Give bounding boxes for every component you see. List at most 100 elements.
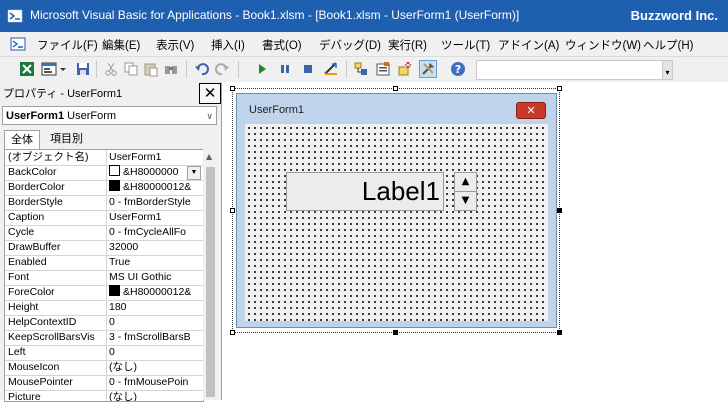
scrollbar-thumb[interactable] [206,167,215,397]
dropdown-arrow-icon[interactable] [58,60,68,78]
menu-help[interactable]: ヘルプ(H) [643,37,693,53]
menu-file[interactable]: ファイル(F) [37,37,98,53]
menu-view[interactable]: 表示(V) [156,37,194,53]
properties-window: プロパティ - UserForm1 ✕ UserForm1 UserForm ∨… [0,82,222,402]
undo-icon[interactable] [193,60,211,78]
copy-icon[interactable] [122,60,140,78]
menu-bar: ファイル(F) 編集(E) 表示(V) 挿入(I) 書式(O) デバッグ(D) … [0,32,728,57]
property-value[interactable]: (なし) [109,390,201,402]
object-name: UserForm1 [6,110,65,122]
spin-down-icon[interactable]: ▼ [455,192,476,210]
resize-handle[interactable] [557,330,562,335]
property-name: KeepScrollBarsVis [8,331,95,343]
property-value[interactable]: 3 - fmScrollBarsB [109,330,201,345]
property-row[interactable]: ForeColor &H80000012& [5,285,203,301]
dropdown-arrow-icon[interactable]: ▼ [187,166,201,180]
property-row[interactable]: KeepScrollBarsVis 3 - fmScrollBarsB [5,330,203,346]
property-row[interactable]: BackColor &H8000000 ▼ [5,165,203,181]
paste-icon[interactable] [142,60,160,78]
userform[interactable]: UserForm1 ✕ Label1 ▲ ▼ [236,93,557,328]
property-value[interactable]: 0 - fmCycleAllFo [109,225,201,240]
object-browser-icon[interactable] [396,60,414,78]
view-excel-icon[interactable] [18,60,36,78]
scroll-up-icon[interactable]: ▲ [206,152,212,161]
property-value[interactable]: 0 - fmBorderStyle [109,195,201,210]
properties-scrollbar[interactable]: ▲ [203,149,218,400]
properties-close-button[interactable]: ✕ [199,83,221,104]
menu-debug[interactable]: デバッグ(D) [319,37,381,53]
reset-icon[interactable] [299,60,317,78]
property-row[interactable]: Picture (なし) [5,390,203,402]
property-row[interactable]: MousePointer 0 - fmMousePoin [5,375,203,391]
form-client-area[interactable]: Label1 ▲ ▼ [245,124,548,321]
property-value[interactable]: 0 [109,315,201,330]
property-value[interactable]: 180 [109,300,201,315]
column-divider [106,315,107,330]
tab-alphabetic[interactable]: 全体 [4,130,40,150]
property-value[interactable]: 0 - fmMousePoin [109,375,201,390]
menu-edit[interactable]: 編集(E) [102,37,140,53]
property-value-text: (なし) [109,391,137,402]
spin-up-icon[interactable]: ▲ [455,173,476,192]
property-value[interactable]: MS UI Gothic [109,270,201,285]
tab-categorized[interactable]: 項目別 [44,130,89,148]
property-value-text: &H80000012& [123,181,192,193]
property-row[interactable]: BorderStyle 0 - fmBorderStyle [5,195,203,211]
property-value-text: 180 [109,301,127,313]
property-value[interactable]: UserForm1 [109,210,201,225]
object-select[interactable]: UserForm1 UserForm ∨ [2,106,217,125]
resize-handle[interactable] [557,208,562,213]
project-explorer-icon[interactable] [352,60,370,78]
cut-icon[interactable] [102,60,120,78]
menu-insert[interactable]: 挿入(I) [211,37,245,53]
spin-button-control[interactable]: ▲ ▼ [454,172,477,211]
menu-window[interactable]: ウィンドウ(W) [565,37,641,53]
save-icon[interactable] [74,60,92,78]
color-swatch [109,165,120,176]
property-value[interactable]: &H80000012& [109,180,201,195]
object-type: UserForm [67,110,117,122]
toolbar-overflow-icon[interactable]: ▾ [662,60,673,80]
redo-icon[interactable] [213,60,231,78]
property-row[interactable]: Left 0 [5,345,203,361]
properties-window-icon[interactable] [374,60,392,78]
property-value[interactable]: (なし) [109,360,201,375]
property-row[interactable]: DrawBuffer 32000 [5,240,203,256]
property-row[interactable]: HelpContextID 0 [5,315,203,331]
menu-run[interactable]: 実行(R) [388,37,427,53]
form-close-button[interactable]: ✕ [516,102,546,119]
property-value[interactable]: True [109,255,201,270]
menu-format[interactable]: 書式(O) [262,37,302,53]
property-row[interactable]: (オブジェクト名) UserForm1 [5,150,203,166]
property-value[interactable]: UserForm1 [109,150,201,165]
property-row[interactable]: Height 180 [5,300,203,316]
property-name: BorderColor [8,181,65,193]
label-control[interactable]: Label1 [286,172,444,211]
property-value[interactable]: &H80000012& [109,285,201,300]
vba-menu-icon[interactable] [10,36,26,52]
property-row[interactable]: Caption UserForm1 [5,210,203,226]
property-value-text: 0 - fmCycleAllFo [109,226,187,238]
property-row[interactable]: Font MS UI Gothic [5,270,203,286]
menu-tools[interactable]: ツール(T) [441,37,490,53]
property-value[interactable]: 32000 [109,240,201,255]
property-name: HelpContextID [8,316,77,328]
find-icon[interactable] [162,60,180,78]
property-name: Picture [8,391,41,402]
property-row[interactable]: Enabled True [5,255,203,271]
help-icon[interactable]: ? [449,60,467,78]
column-divider [106,390,107,401]
column-divider [106,225,107,240]
property-value[interactable]: 0 [109,345,201,360]
property-row[interactable]: BorderColor &H80000012& [5,180,203,196]
property-row[interactable]: Cycle 0 - fmCycleAllFo [5,225,203,241]
insert-userform-icon[interactable] [40,60,58,78]
break-icon[interactable] [276,60,294,78]
property-row[interactable]: MouseIcon (なし) [5,360,203,376]
column-divider [106,150,107,165]
run-icon[interactable] [253,60,271,78]
menu-addins[interactable]: アドイン(A) [498,37,559,53]
resize-handle[interactable] [393,330,398,335]
toolbox-icon[interactable] [419,60,437,78]
design-mode-icon[interactable] [322,60,340,78]
